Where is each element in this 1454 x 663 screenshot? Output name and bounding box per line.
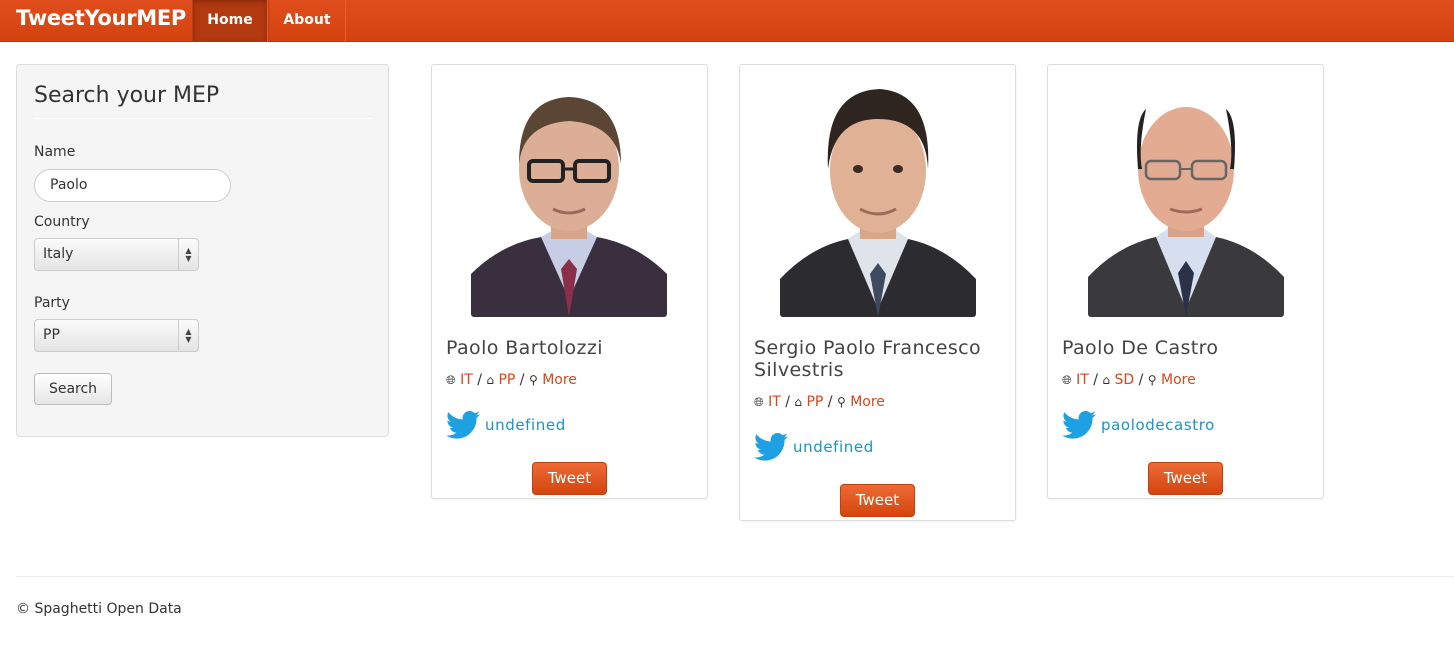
country-link[interactable]: IT [768,394,781,410]
globe-icon: 🌐︎ [446,373,456,387]
search-panel: Search your MEP Name Paolo Country Italy… [16,64,389,437]
mep-meta: 🌐︎ IT / ⌂ PP / ⚲ More [446,372,577,388]
twitter-username: undefined [485,416,566,434]
more-link[interactable]: More [542,372,577,388]
twitter-bird-icon [754,433,788,461]
twitter-username: undefined [793,438,874,456]
footer-divider [16,576,1454,577]
country-link[interactable]: IT [460,372,473,388]
home-icon: ⌂ [1102,373,1110,387]
country-link[interactable]: IT [1076,372,1089,388]
mep-meta: 🌐︎ IT / ⌂ PP / ⚲ More [754,394,885,410]
select-arrows-icon: ▲ ▼ [178,320,198,351]
country-label: Country [34,214,90,230]
more-link[interactable]: More [850,394,885,410]
party-link[interactable]: PP [498,372,515,388]
name-label: Name [34,144,76,160]
search-title: Search your MEP [34,83,220,108]
divider [34,118,372,119]
mep-card: Paolo Bartolozzi 🌐︎ IT / ⌂ PP / ⚲ More u… [431,64,708,499]
search-button[interactable]: Search [34,373,112,405]
tweet-button[interactable]: Tweet [532,462,607,495]
twitter-username: paolodecastro [1101,416,1215,434]
more-link[interactable]: More [1161,372,1196,388]
party-link[interactable]: SD [1114,372,1134,388]
mep-meta: 🌐︎ IT / ⌂ SD / ⚲ More [1062,372,1196,388]
home-icon: ⌂ [794,395,802,409]
mep-name: Paolo Bartolozzi [446,337,603,359]
party-select-value: PP [43,327,60,343]
mep-photo [780,69,976,317]
tweet-button[interactable]: Tweet [1148,462,1223,495]
mep-card: Paolo De Castro 🌐︎ IT / ⌂ SD / ⚲ More pa… [1047,64,1324,499]
mep-card: Sergio Paolo Francesco Silvestris 🌐︎ IT … [739,64,1016,521]
zoom-icon: ⚲ [528,373,538,387]
mep-name: Sergio Paolo Francesco Silvestris [754,337,981,381]
country-select[interactable]: Italy ▲ ▼ [34,238,199,271]
country-select-value: Italy [43,246,74,262]
home-icon: ⌂ [486,373,494,387]
mep-name: Paolo De Castro [1062,337,1219,359]
mep-photo [1088,69,1284,317]
globe-icon: 🌐︎ [1062,373,1072,387]
nav-about[interactable]: About [268,0,346,42]
party-link[interactable]: PP [806,394,823,410]
party-label: Party [34,295,70,311]
footer-text: © Spaghetti Open Data [16,601,182,617]
name-input[interactable]: Paolo [34,169,231,202]
zoom-icon: ⚲ [836,395,846,409]
twitter-bird-icon [1062,411,1096,439]
twitter-bird-icon [446,411,480,439]
tweet-button[interactable]: Tweet [840,484,915,517]
select-arrows-icon: ▲ ▼ [178,239,198,270]
party-select[interactable]: PP ▲ ▼ [34,319,199,352]
zoom-icon: ⚲ [1147,373,1157,387]
top-navbar: TweetYourMEP Home About [0,0,1454,42]
brand-logo[interactable]: TweetYourMEP [16,6,186,30]
nav-home[interactable]: Home [192,0,268,42]
mep-photo [471,69,667,317]
globe-icon: 🌐︎ [754,395,764,409]
